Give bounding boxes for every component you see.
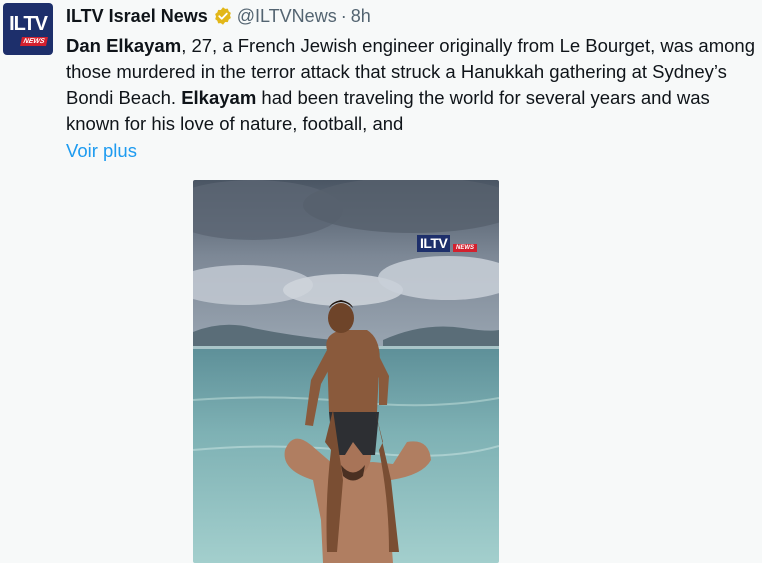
iltv-watermark-logo: ILTV NEWS [417, 235, 477, 255]
separator-dot: · [340, 5, 347, 26]
watermark-iltv-text: ILTV [417, 235, 451, 252]
avatar[interactable]: ILTV NEWS [3, 3, 53, 55]
avatar-logo-text: ILTV [9, 13, 48, 35]
tweet-text: Dan Elkayam, 27, a French Jewish enginee… [66, 33, 756, 137]
tweet-timestamp[interactable]: 8h [351, 6, 371, 27]
tweet-header: ILTV Israel News @ILTVNews · 8h [66, 3, 371, 29]
author-handle[interactable]: @ILTVNews [237, 6, 337, 27]
watermark-news-text: NEWS [453, 244, 477, 252]
avatar-logo-news: NEWS [20, 37, 48, 46]
tweet-media-image[interactable]: ILTV NEWS [193, 180, 499, 563]
see-more-link[interactable]: Voir plus [66, 138, 137, 164]
tweet-text-bold-surname: Elkayam [181, 87, 257, 108]
author-name[interactable]: ILTV Israel News [66, 6, 208, 27]
tweet-text-bold-name: Dan Elkayam [66, 35, 182, 56]
verified-badge-icon [213, 6, 233, 26]
